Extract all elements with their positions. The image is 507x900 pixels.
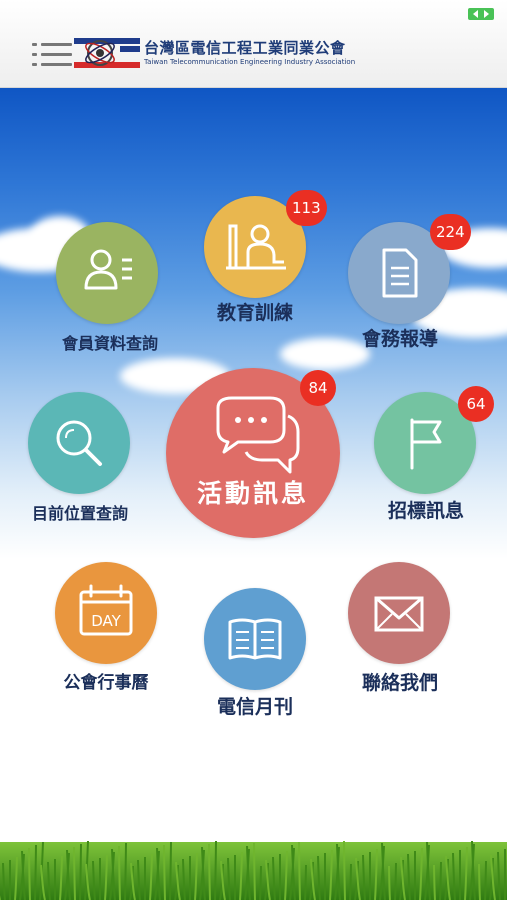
association-calendar-button[interactable]: DAY 公會行事曆 [46,562,176,702]
location-query-button[interactable]: 目前位置查詢 [20,390,150,530]
association-calendar-label: 公會行事曆 [63,673,149,693]
activity-news-button[interactable]: 84 活動訊息 [166,366,346,541]
association-logo [74,38,140,68]
education-badge: 113 [286,190,327,226]
activity-badge: 84 [300,370,336,406]
contact-us-circle [348,562,450,664]
contact-us-label: 聯絡我們 [361,672,438,694]
tender-badge: 64 [458,386,494,422]
org-name-english: Taiwan Telecommunication Engineering Ind… [144,58,356,66]
app-header: 台灣區電信工程工業同業公會 Taiwan Telecommunication E… [0,0,507,88]
calendar-circle: DAY [55,562,157,664]
education-training-label: 教育訓練 [216,302,293,324]
calendar-day-text: DAY [91,612,121,630]
affairs-badge: 224 [430,214,471,250]
member-card-icon [84,249,132,290]
hamburger-menu-button[interactable] [32,43,72,67]
education-training-button[interactable]: 113 教育訓練 [196,190,327,330]
affairs-report-label: 會務報導 [361,328,438,350]
org-name: 台灣區電信工程工業同業公會 [144,39,346,57]
status-indicator-icon [468,8,494,20]
tender-news-label: 招標訊息 [387,500,464,522]
calendar-icon: DAY [79,584,133,636]
book-icon [228,618,282,660]
member-query-button[interactable]: 會員資料查詢 [40,222,180,353]
magnifier-icon [56,420,102,466]
member-query-circle [56,222,158,324]
contact-us-button[interactable]: 聯絡我們 [340,562,480,702]
location-query-circle [28,392,130,494]
envelope-icon [374,596,424,632]
affairs-report-button[interactable]: 224 會務報導 [340,214,490,358]
telecom-monthly-label: 電信月刊 [216,696,293,718]
member-query-label: 會員資料查詢 [61,334,158,353]
telecom-monthly-button[interactable]: 電信月刊 [194,588,324,723]
telecom-monthly-circle [204,588,306,690]
grass-footer [0,840,507,900]
location-query-label: 目前位置查詢 [31,504,128,523]
activity-news-label: 活動訊息 [196,479,309,508]
tender-news-button[interactable]: 64 招標訊息 [366,386,501,526]
